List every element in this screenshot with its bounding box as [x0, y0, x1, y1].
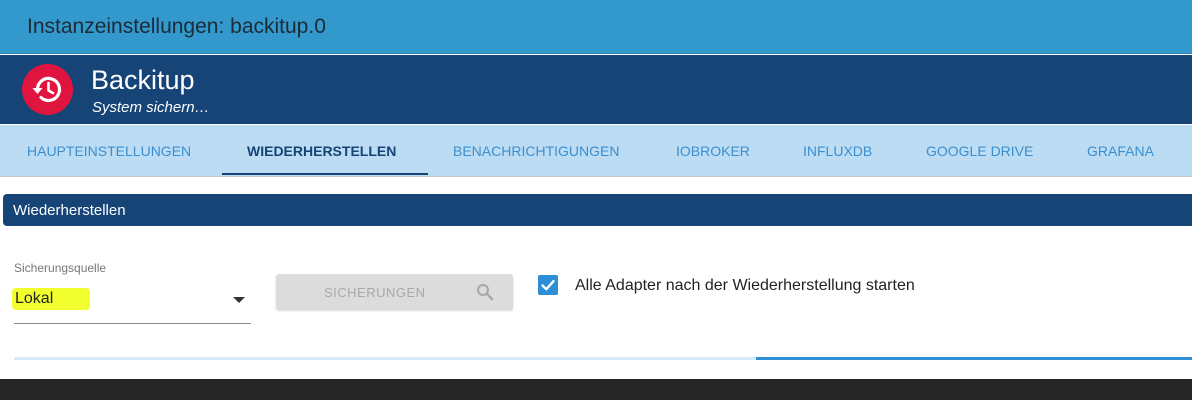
start-adapters-label[interactable]: Alle Adapter nach der Wiederherstellung …: [575, 277, 915, 295]
window-titlebar: Instanzeinstellungen: backitup.0: [0, 0, 1192, 54]
backup-source-select[interactable]: Lokal: [15, 290, 53, 308]
section-title: Wiederherstellen: [13, 202, 126, 219]
tab-haupteinstellungen[interactable]: HAUPTEINSTELLUNGEN: [27, 125, 191, 177]
progress-indicator: [756, 357, 1192, 360]
app-subtitle: System sichern…: [92, 99, 210, 116]
restore-clock-icon: [22, 64, 73, 115]
tab-iobroker[interactable]: IOBROKER: [676, 125, 750, 177]
backups-button-label: SICHERUNGEN: [324, 285, 426, 300]
adapter-header: Backitup System sichern…: [0, 55, 1192, 124]
tab-grafana[interactable]: GRAFANA: [1087, 125, 1154, 177]
chevron-down-icon[interactable]: [233, 297, 245, 303]
search-icon: [477, 284, 494, 301]
tab-wiederherstellen[interactable]: WIEDERHERSTELLEN: [247, 125, 396, 177]
app-name: Backitup: [91, 65, 195, 95]
show-backups-button[interactable]: SICHERUNGEN: [276, 274, 513, 310]
active-tab-indicator: [222, 173, 428, 175]
tab-bar: HAUPTEINSTELLUNGEN WIEDERHERSTELLEN BENA…: [0, 125, 1192, 177]
select-underline: [14, 323, 251, 324]
tab-google-drive[interactable]: GOOGLE DRIVE: [926, 125, 1033, 177]
bottom-dark-bar: [0, 379, 1192, 400]
backup-source-label: Sicherungsquelle: [14, 261, 107, 275]
tab-influxdb[interactable]: INFLUXDB: [803, 125, 872, 177]
window-title: Instanzeinstellungen: backitup.0: [27, 15, 326, 38]
checkmark-icon: [541, 279, 555, 291]
section-header: Wiederherstellen: [3, 194, 1192, 226]
start-adapters-checkbox[interactable]: [538, 275, 558, 295]
tab-benachrichtigungen[interactable]: BENACHRICHTIGUNGEN: [453, 125, 619, 177]
